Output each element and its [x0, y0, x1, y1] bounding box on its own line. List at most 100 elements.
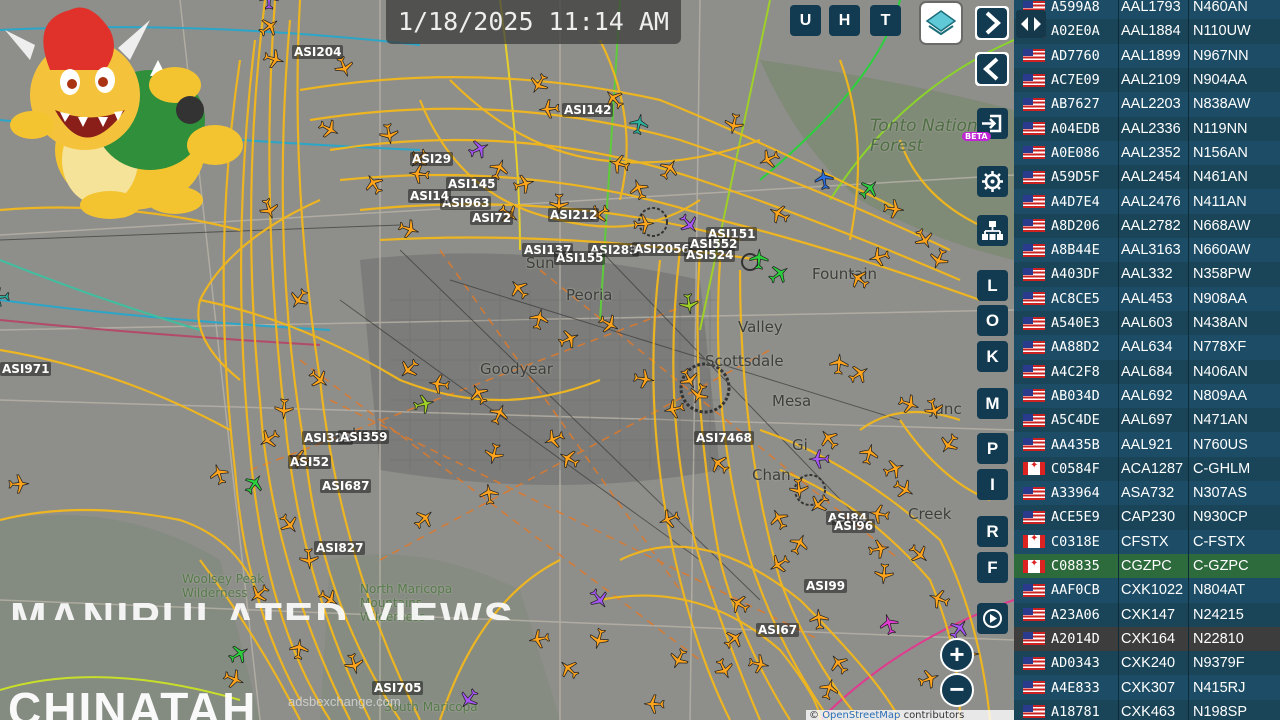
- aircraft-row[interactable]: AD7760 AAL1899 N967NN: [1014, 44, 1280, 68]
- replay-button[interactable]: [977, 603, 1008, 634]
- callsign-label[interactable]: ASI687: [320, 479, 372, 493]
- aircraft-marker-icon[interactable]: [872, 562, 896, 586]
- layers-button[interactable]: [921, 3, 961, 43]
- aircraft-row[interactable]: A33964 ASA732 N307AS: [1014, 481, 1280, 505]
- chevron-right-icon: [977, 8, 1007, 38]
- aircraft-row[interactable]: A403DF AAL332 N358PW: [1014, 262, 1280, 287]
- callsign-label[interactable]: ASI14: [408, 189, 452, 203]
- aircraft-marker-icon[interactable]: [748, 248, 771, 271]
- aircraft-row[interactable]: A23A06 CXK147 N24215: [1014, 602, 1280, 627]
- side-button-m[interactable]: M: [977, 388, 1008, 419]
- side-button-f[interactable]: F: [977, 552, 1008, 583]
- resize-panel-handle[interactable]: [1016, 10, 1046, 38]
- aircraft-list-panel[interactable]: A599A8 AAL1793 N460AN A02E0A AAL1884 N110UW AD…: [1014, 0, 1280, 720]
- callsign-label[interactable]: ASI99: [804, 579, 848, 593]
- zoom-out-button[interactable]: −: [940, 673, 974, 707]
- aircraft-row[interactable]: A4D7E4 AAL2476 N411AN: [1014, 189, 1280, 213]
- aircraft-row[interactable]: A8B44E AAL3163 N660AW: [1014, 238, 1280, 262]
- callsign-label[interactable]: ASI2056: [632, 242, 692, 256]
- aircraft-marker-icon[interactable]: [376, 121, 401, 146]
- callsign-label[interactable]: ASI7468: [694, 431, 754, 445]
- aircraft-row[interactable]: AC8CE5 AAL453 N908AA: [1014, 287, 1280, 311]
- callsign-label[interactable]: ASI971: [0, 362, 52, 376]
- callsign-label[interactable]: ASI155: [554, 251, 606, 265]
- aircraft-row[interactable]: AAF0CB CXK1022 N804AT: [1014, 578, 1280, 602]
- callsign-label[interactable]: ASI145: [446, 177, 498, 191]
- side-button-o[interactable]: O: [977, 305, 1008, 336]
- aircraft-row[interactable]: A18781 CXK463 N198SP: [1014, 699, 1280, 720]
- country-flag-icon: [1023, 219, 1045, 233]
- aircraft-marker-icon[interactable]: [787, 477, 811, 501]
- callsign-label[interactable]: ASI142: [562, 103, 614, 117]
- callsign-label[interactable]: ASI72: [470, 211, 514, 225]
- aircraft-row[interactable]: AD0343 CXK240 N9379F: [1014, 651, 1280, 676]
- aircraft-marker-icon[interactable]: [477, 482, 502, 507]
- aircraft-marker-icon[interactable]: [882, 197, 907, 222]
- date-time-display: 1/18/2025 11:14 AM: [386, 0, 681, 44]
- aircraft-row[interactable]: A2014D CXK164 N22810: [1014, 626, 1280, 652]
- aircraft-row[interactable]: C0584F ACA1287 C-GHLM: [1014, 456, 1280, 481]
- u-button[interactable]: U: [790, 5, 821, 36]
- aircraft-marker-icon[interactable]: [677, 292, 702, 317]
- zoom-in-button[interactable]: +: [940, 638, 974, 672]
- aircraft-marker-icon[interactable]: [0, 285, 11, 308]
- openstreetmap-link[interactable]: OpenStreetMap: [822, 710, 900, 720]
- h-button[interactable]: H: [829, 5, 860, 36]
- aircraft-marker-icon[interactable]: [746, 651, 772, 677]
- aircraft-marker-icon[interactable]: [811, 166, 836, 191]
- aircraft-row[interactable]: A4C2F8 AAL684 N406AN: [1014, 359, 1280, 384]
- aircraft-marker-icon[interactable]: [8, 473, 31, 496]
- aircraft-row[interactable]: AC7E09 AAL2109 N904AA: [1014, 67, 1280, 93]
- collapse-panel-button[interactable]: [975, 52, 1009, 86]
- side-button-p[interactable]: P: [977, 433, 1008, 464]
- aircraft-row[interactable]: A540E3 AAL603 N438AN: [1014, 310, 1280, 336]
- side-button-l[interactable]: L: [977, 270, 1008, 301]
- callsign-label[interactable]: ASI52: [288, 455, 332, 469]
- settings-button[interactable]: [977, 166, 1008, 197]
- callsign-label[interactable]: ASI67: [756, 623, 800, 637]
- aircraft-marker-icon[interactable]: [661, 396, 687, 422]
- aircraft-marker-icon[interactable]: [721, 111, 747, 137]
- aircraft-row[interactable]: A5C4DE AAL697 N471AN: [1014, 408, 1280, 433]
- aircraft-marker-icon[interactable]: [537, 97, 561, 121]
- side-button-k[interactable]: K: [977, 341, 1008, 372]
- aircraft-marker-icon[interactable]: [258, 0, 280, 10]
- callsign-label[interactable]: ASI524: [684, 248, 736, 262]
- aircraft-row[interactable]: AB034D AAL692 N809AA: [1014, 384, 1280, 408]
- callsign-label[interactable]: ASI359: [338, 430, 390, 444]
- aircraft-row[interactable]: A599A8 AAL1793 N460AN: [1014, 0, 1280, 19]
- side-button-r[interactable]: R: [977, 516, 1008, 547]
- aircraft-marker-icon[interactable]: [866, 536, 892, 562]
- aircraft-row[interactable]: A02E0A AAL1884 N110UW: [1014, 19, 1280, 44]
- aircraft-row[interactable]: C0318E CFSTX C-FSTX: [1014, 530, 1280, 554]
- aircraft-marker-icon[interactable]: [643, 693, 665, 715]
- aircraft-row[interactable]: A04EDB AAL2336 N119NN: [1014, 116, 1280, 141]
- callsign-label[interactable]: ASI29: [410, 152, 454, 166]
- expand-panel-button[interactable]: [975, 6, 1009, 40]
- aircraft-marker-icon[interactable]: [287, 637, 311, 661]
- aircraft-row[interactable]: A4E833 CXK307 N415RJ: [1014, 675, 1280, 699]
- aircraft-marker-icon[interactable]: [632, 212, 655, 235]
- side-button-i[interactable]: I: [977, 469, 1008, 500]
- aircraft-row[interactable]: AB7627 AAL2203 N838AW: [1014, 92, 1280, 116]
- aircraft-row[interactable]: A8D206 AAL2782 N668AW: [1014, 213, 1280, 238]
- aircraft-row[interactable]: AA88D2 AAL634 N778XF: [1014, 335, 1280, 359]
- callsign-label[interactable]: ASI827: [314, 541, 366, 555]
- aircraft-row[interactable]: AA435B AAL921 N760US: [1014, 432, 1280, 456]
- aircraft-row[interactable]: A59D5F AAL2454 N461AN: [1014, 165, 1280, 190]
- callsign-label[interactable]: ASI705: [372, 681, 424, 695]
- flight-map[interactable]: Tonto National Forest Peoria Goodyear Sc…: [0, 0, 1014, 720]
- t-button[interactable]: T: [870, 5, 901, 36]
- hierarchy-button[interactable]: [977, 215, 1008, 246]
- callsign-label[interactable]: ASI96: [832, 519, 876, 533]
- aircraft-row[interactable]: C08835 CGZPC C-GZPC: [1014, 553, 1280, 579]
- callsign-label[interactable]: ASI204: [292, 45, 344, 59]
- aircraft-marker-icon[interactable]: [626, 111, 652, 137]
- aircraft-row[interactable]: A0E086 AAL2352 N156AN: [1014, 141, 1280, 165]
- aircraft-marker-icon[interactable]: [807, 607, 831, 631]
- aircraft-marker-icon[interactable]: [631, 366, 656, 391]
- aircraft-marker-icon[interactable]: [526, 626, 551, 651]
- callsign-label[interactable]: ASI212: [548, 208, 600, 222]
- aircraft-row[interactable]: ACE5E9 CAP230 N930CP: [1014, 505, 1280, 530]
- aircraft-marker-icon[interactable]: [272, 397, 295, 420]
